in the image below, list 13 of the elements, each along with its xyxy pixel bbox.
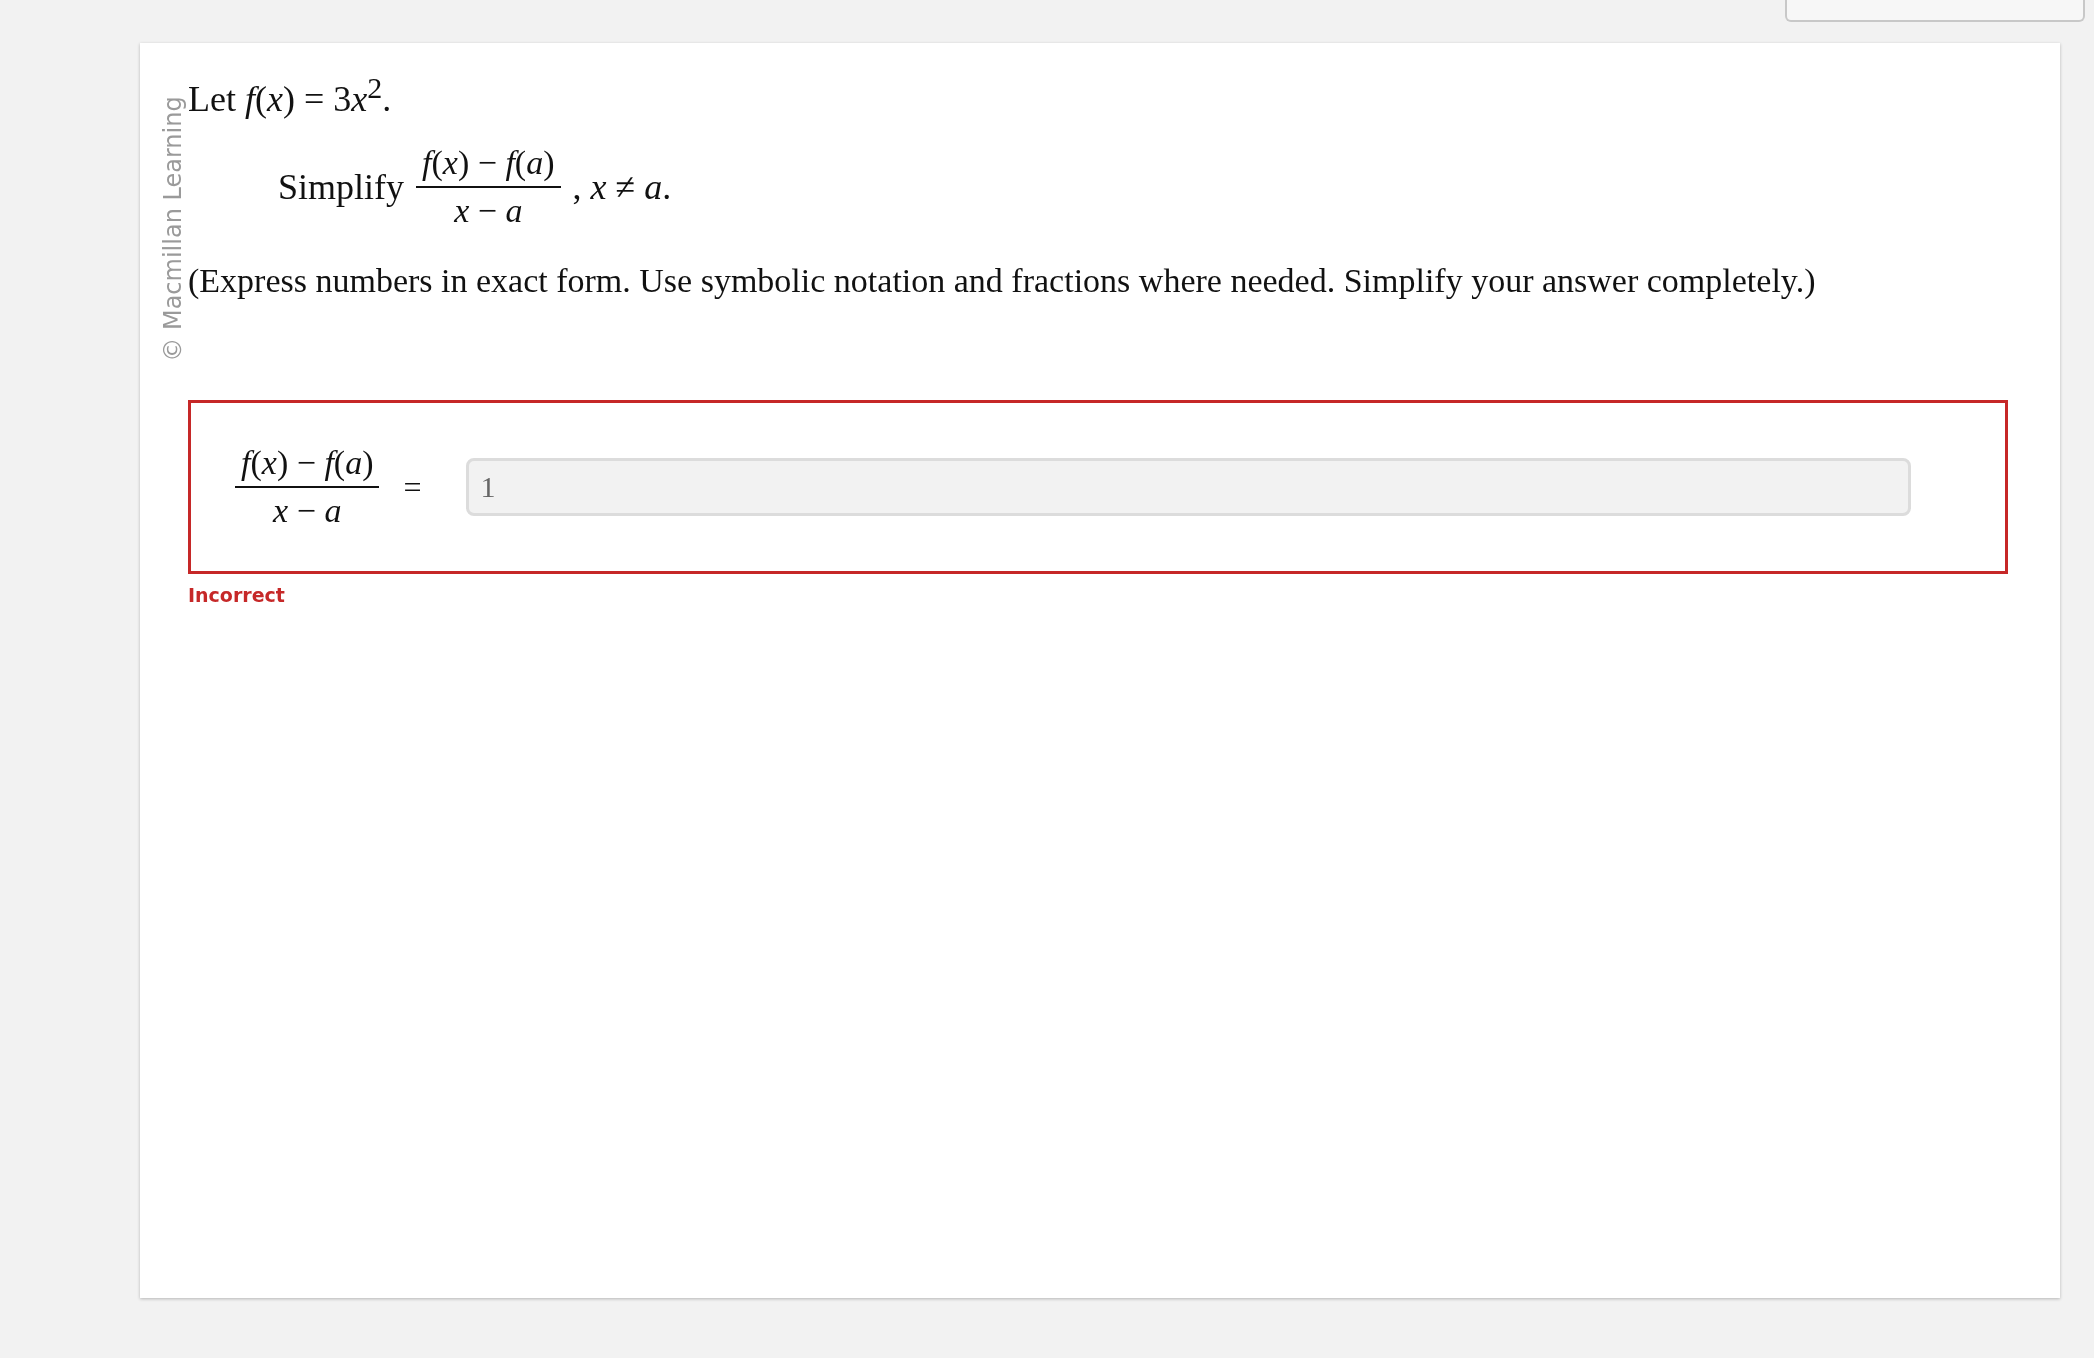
feedback-text: Incorrect [188, 584, 285, 606]
fraction-denominator: x − a [271, 491, 343, 530]
fraction-numerator: f(x) − f(a) [235, 444, 380, 488]
answer-field[interactable]: 1 [465, 458, 1911, 516]
instructions-text: (Express numbers in exact form. Use symbolic notation and fractions where needed. Simplify your answer completely.) [188, 262, 1817, 300]
copyright-text: © Macmillan Learning [159, 96, 187, 362]
attempt-button[interactable] [1785, 0, 2085, 22]
condition-text: , x ≠ a. [572, 166, 672, 208]
equals-sign: = [402, 468, 423, 506]
simplify-label: Simplify [278, 166, 405, 208]
fraction-denominator: x − a [453, 191, 524, 230]
given-function: Let f(x) = 3x$^{2}$. [188, 70, 393, 121]
fraction-numerator: f(x) − f(a) [416, 144, 561, 188]
